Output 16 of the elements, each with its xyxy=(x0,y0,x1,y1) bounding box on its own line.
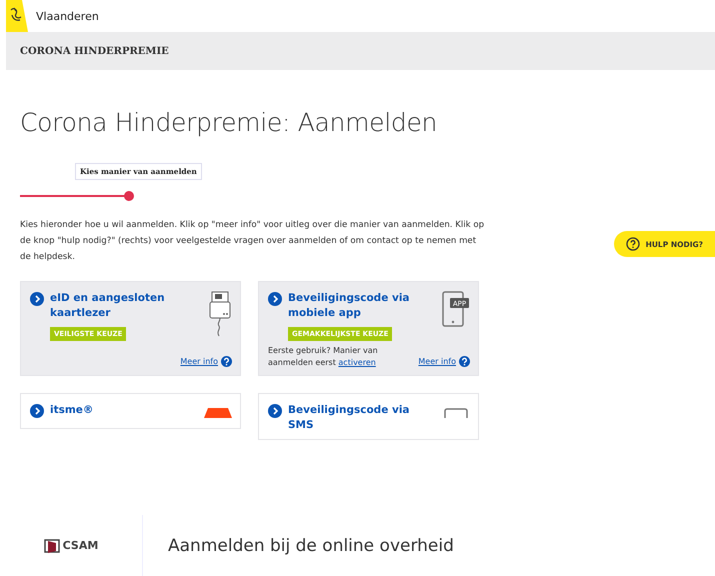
csam-logo-text: CSAM xyxy=(62,539,98,552)
login-method-card[interactable]: Beveiligingscode via SMS xyxy=(258,393,479,440)
method-title: Beveiligingscode via SMS xyxy=(288,403,411,433)
method-title: itsme® xyxy=(50,403,94,418)
activation-note: Eerste gebruik? Manier van aanmelden eerst activeren xyxy=(268,345,379,369)
login-method-card[interactable]: itsme® xyxy=(20,393,241,429)
page-title: Corona Hinderpremie: Aanmelden xyxy=(20,108,438,137)
more-info-link[interactable]: Meer info xyxy=(418,357,456,366)
site-title: CORONA HINDERPREMIE xyxy=(20,46,169,56)
method-title: Beveiligingscode via mobiele app xyxy=(288,291,411,321)
more-info-link[interactable]: Meer info xyxy=(180,357,218,366)
intro-text: Kies hieronder hoe u wil aanmelden. Klik op "meer info" voor uitleg over die manier van aanmelden. Klik op de knop "hulp nodig?" (rechts) voor veelgestelde vragen over aanmelden of om contact op te nemen met de helpdesk. xyxy=(20,219,485,264)
method-title: eID en aangesloten kaartlezer xyxy=(50,291,166,321)
activate-link[interactable]: activeren xyxy=(338,358,376,367)
brand-name: Vlaanderen xyxy=(36,10,99,22)
footer-tagline: Aanmelden bij de online overheid xyxy=(168,536,454,556)
